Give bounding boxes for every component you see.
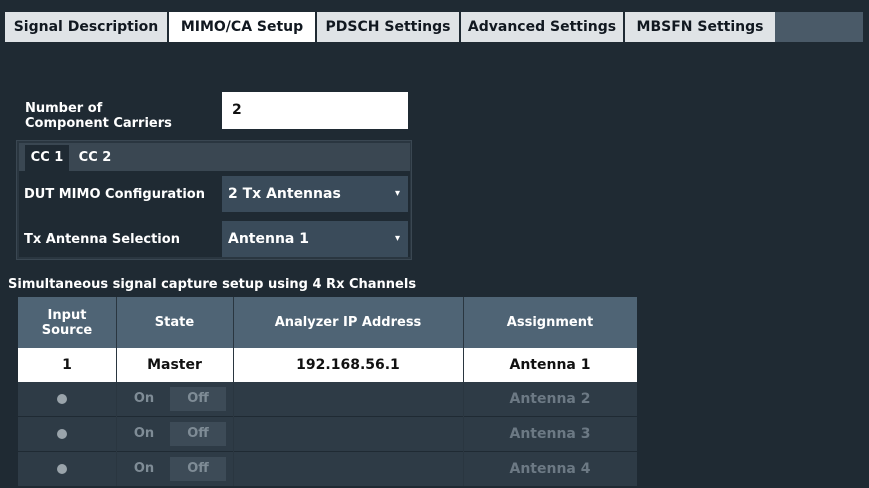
master-ip-cell[interactable]: 192.168.56.1 bbox=[233, 348, 463, 382]
tab-mbsfn-settings[interactable]: MBSFN Settings bbox=[625, 12, 775, 42]
tab-advanced-settings[interactable]: Advanced Settings bbox=[461, 12, 623, 42]
table-header: Input Source State Analyzer IP Address A… bbox=[18, 297, 637, 348]
header-input-line1: Input bbox=[47, 307, 87, 323]
state-on-button[interactable]: On bbox=[122, 457, 166, 481]
mimo-ca-setup-dialog: Signal Description MIMO/CA Setup PDSCH S… bbox=[0, 0, 869, 488]
assignment-cell: Antenna 3 bbox=[509, 426, 591, 442]
header-state: State bbox=[154, 315, 195, 330]
tab-cc-1[interactable]: CC 1 bbox=[25, 145, 69, 171]
dut-mimo-value: 2 Tx Antennas bbox=[228, 186, 341, 202]
state-off-button[interactable]: Off bbox=[170, 387, 226, 411]
input-source-radio[interactable] bbox=[57, 429, 67, 439]
ip-address-field[interactable] bbox=[233, 452, 463, 486]
tab-pdsch-settings[interactable]: PDSCH Settings bbox=[317, 12, 459, 42]
dut-mimo-label: DUT MIMO Configuration bbox=[24, 187, 205, 202]
capture-setup-title: Simultaneous signal capture setup using … bbox=[8, 277, 417, 292]
tx-antenna-label: Tx Antenna Selection bbox=[24, 232, 180, 247]
component-carriers-input[interactable]: 2 bbox=[222, 92, 408, 129]
component-carriers-label: Number of Component Carriers bbox=[25, 101, 205, 131]
input-source-radio[interactable] bbox=[57, 464, 67, 474]
master-state-cell: Master bbox=[147, 357, 202, 373]
table-row: On Off Antenna 3 bbox=[18, 417, 637, 451]
tx-antenna-dropdown[interactable]: Antenna 1 ▾ bbox=[222, 221, 408, 257]
tab-cc-2[interactable]: CC 2 bbox=[72, 145, 118, 171]
table-row: On Off Antenna 2 bbox=[18, 382, 637, 416]
master-assignment-cell: Antenna 1 bbox=[509, 357, 591, 373]
tx-antenna-value: Antenna 1 bbox=[228, 231, 309, 247]
component-carriers-label-line1: Number of bbox=[25, 101, 103, 116]
dut-mimo-dropdown[interactable]: 2 Tx Antennas ▾ bbox=[222, 176, 408, 212]
chevron-down-icon: ▾ bbox=[394, 233, 400, 244]
column-divider bbox=[233, 297, 234, 486]
header-input-line2: Source bbox=[41, 322, 93, 338]
column-divider bbox=[116, 297, 117, 486]
state-off-button[interactable]: Off bbox=[170, 422, 226, 446]
chevron-down-icon: ▾ bbox=[394, 188, 400, 199]
state-off-button[interactable]: Off bbox=[170, 457, 226, 481]
table-row: 1 Master 192.168.56.1 Antenna 1 bbox=[18, 348, 637, 382]
state-on-button[interactable]: On bbox=[122, 422, 166, 446]
tab-mimo-ca-setup[interactable]: MIMO/CA Setup bbox=[169, 12, 315, 44]
header-analyzer-ip: Analyzer IP Address bbox=[274, 315, 422, 330]
master-input-cell: 1 bbox=[62, 357, 72, 373]
table-row: On Off Antenna 4 bbox=[18, 452, 637, 486]
header-assignment: Assignment bbox=[506, 315, 594, 330]
assignment-cell: Antenna 2 bbox=[509, 391, 591, 407]
input-source-radio[interactable] bbox=[57, 394, 67, 404]
assignment-cell: Antenna 4 bbox=[509, 461, 591, 477]
ip-address-field[interactable] bbox=[233, 382, 463, 416]
header-input-source: Input Source bbox=[18, 297, 116, 348]
state-on-button[interactable]: On bbox=[122, 387, 166, 411]
column-divider bbox=[463, 297, 464, 486]
ip-address-field[interactable] bbox=[233, 417, 463, 451]
component-carriers-label-line2: Component Carriers bbox=[25, 116, 172, 131]
tab-signal-description[interactable]: Signal Description bbox=[5, 12, 167, 42]
settings-tab-bar: Signal Description MIMO/CA Setup PDSCH S… bbox=[5, 12, 863, 44]
